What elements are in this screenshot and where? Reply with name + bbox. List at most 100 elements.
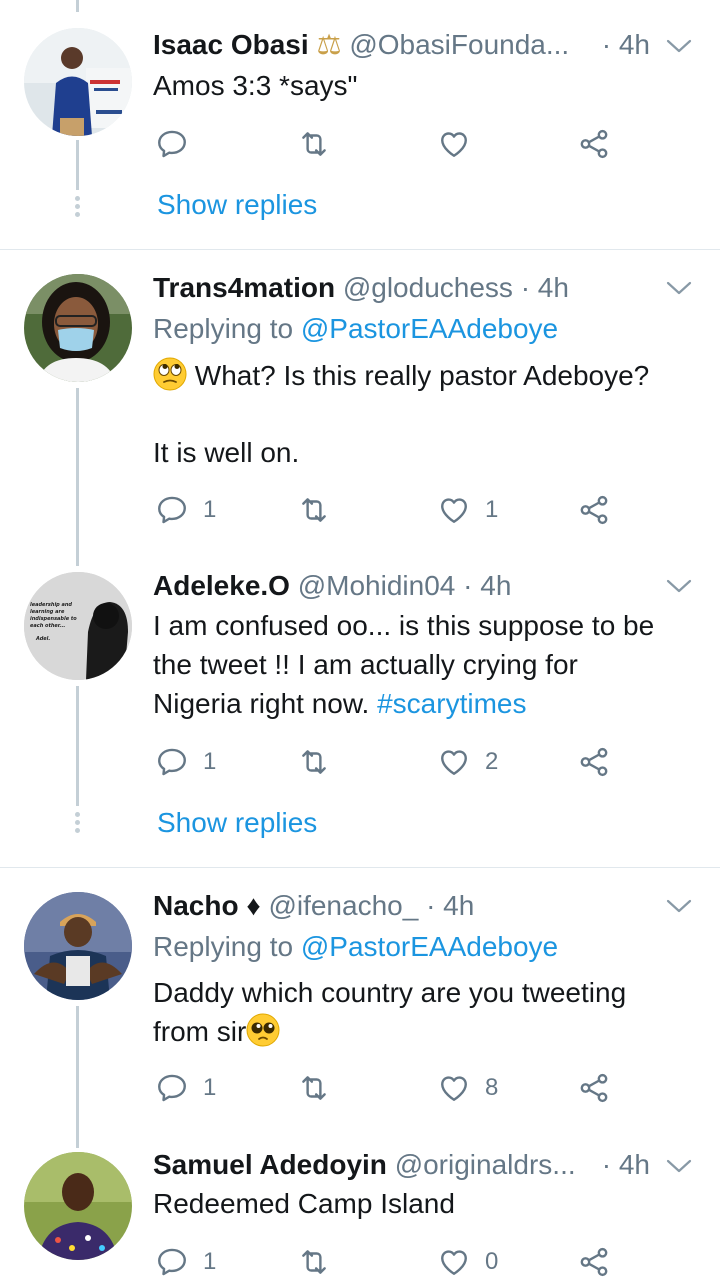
avatar[interactable]	[24, 28, 132, 136]
display-name[interactable]: Trans4mation	[153, 272, 335, 303]
like-button[interactable]: 8	[437, 1068, 498, 1108]
tweet-text-line: It is well on.	[153, 437, 300, 468]
retweet-button[interactable]	[297, 490, 345, 530]
diamond-icon: ♦	[246, 890, 261, 921]
user-handle[interactable]: @ifenacho_	[268, 890, 418, 921]
display-name[interactable]: Adeleke.O	[153, 570, 290, 601]
avatar-text: each other...	[30, 623, 65, 629]
thread-line	[76, 556, 79, 566]
thread-dots	[75, 812, 80, 836]
reply-count: 1	[203, 1248, 217, 1275]
replying-to: Replying to @PastorEAAdeboye	[153, 927, 558, 967]
share-button[interactable]	[577, 1068, 611, 1108]
tweet-trans4mation[interactable]: Trans4mation @gloduchess · 4h Replying t…	[0, 250, 720, 556]
avatar[interactable]	[24, 892, 132, 1000]
like-button[interactable]: 0	[437, 1242, 498, 1282]
like-button[interactable]: 1	[437, 490, 498, 530]
thread-line	[76, 1006, 79, 1140]
share-icon	[577, 127, 611, 161]
pleading-face-emoji	[246, 1013, 280, 1047]
share-button[interactable]	[577, 1242, 611, 1282]
share-icon	[577, 1245, 611, 1279]
avatar[interactable]	[24, 274, 132, 382]
chevron-down-icon[interactable]	[666, 1158, 692, 1174]
chevron-down-icon[interactable]	[666, 38, 692, 54]
avatar-text: indispensable to	[30, 616, 77, 622]
tweet-header: Adeleke.O @Mohidin04 · 4h	[153, 566, 650, 606]
avatar[interactable]	[24, 1152, 132, 1260]
chevron-down-icon[interactable]	[666, 578, 692, 594]
like-icon	[437, 493, 471, 527]
avatar-text: learning are	[30, 609, 65, 615]
tweet-nacho[interactable]: Nacho ♦ @ifenacho_ · 4h Replying to @Pas…	[0, 868, 720, 1140]
show-replies-link[interactable]: Show replies	[157, 803, 317, 843]
mention-link[interactable]: @PastorEAAdeboye	[301, 931, 558, 962]
user-handle[interactable]: @gloduchess	[343, 272, 513, 303]
share-button[interactable]	[577, 742, 611, 782]
timestamp[interactable]: · 4h	[521, 272, 569, 303]
avatar-text: leadership and	[30, 602, 72, 608]
reply-button[interactable]: 1	[155, 490, 216, 530]
timestamp[interactable]: · 4h	[463, 570, 511, 601]
reply-icon	[155, 1245, 189, 1279]
eye-roll-emoji	[153, 357, 187, 391]
tweet-text-fragment: Nigeria right now.	[153, 688, 378, 719]
tweet-text-fragment: from sir	[153, 1016, 247, 1047]
like-count: 8	[485, 1074, 499, 1101]
avatar-signature: Adel.	[35, 636, 50, 642]
avatar[interactable]: leadership and learning are indispensabl…	[24, 572, 132, 680]
tweet-adeleke[interactable]: leadership and learning are indispensabl…	[0, 556, 720, 868]
display-name[interactable]: Nacho	[153, 890, 239, 921]
reply-icon	[155, 745, 189, 779]
thread-dots	[75, 196, 80, 220]
share-button[interactable]	[577, 124, 611, 164]
tweet-text-line: from sir	[153, 1012, 700, 1051]
share-icon	[577, 1071, 611, 1105]
show-replies-link[interactable]: Show replies	[157, 185, 317, 225]
tweet-samuel-adedoyin[interactable]: Samuel Adedoyin @originaldrs... · 4h Red…	[0, 1140, 720, 1261]
timestamp[interactable]: · 4h	[426, 890, 474, 921]
reply-icon	[155, 493, 189, 527]
tweet-actions: 1 1	[153, 490, 623, 530]
display-name[interactable]: Samuel Adedoyin	[153, 1149, 387, 1180]
user-handle[interactable]: @Mohidin04	[298, 570, 456, 601]
retweet-button[interactable]	[297, 1068, 345, 1108]
mention-link[interactable]: @PastorEAAdeboye	[301, 313, 558, 344]
retweet-button[interactable]	[297, 124, 345, 164]
reply-count: 1	[203, 496, 217, 523]
balance-scale-icon: ⚖	[316, 29, 342, 60]
like-icon	[437, 1071, 471, 1105]
like-icon	[437, 1245, 471, 1279]
user-handle[interactable]: @originaldrs...	[395, 1149, 576, 1180]
reply-button[interactable]	[155, 124, 203, 164]
retweet-button[interactable]	[297, 1242, 345, 1282]
share-icon	[577, 493, 611, 527]
thread-line	[76, 0, 79, 12]
replying-to-label: Replying to	[153, 313, 301, 344]
share-button[interactable]	[577, 490, 611, 530]
like-button[interactable]	[437, 124, 485, 164]
display-name[interactable]: Isaac Obasi	[153, 29, 309, 60]
reply-button[interactable]: 1	[155, 1242, 216, 1282]
retweet-icon	[297, 493, 331, 527]
share-icon	[577, 745, 611, 779]
chevron-down-icon[interactable]	[666, 280, 692, 296]
like-count: 0	[485, 1248, 499, 1275]
tweet-header: Samuel Adedoyin @originaldrs... · 4h	[153, 1145, 650, 1185]
tweet-text: What? Is this really pastor Adeboye?	[153, 356, 700, 395]
tweet-actions: 1 0	[153, 1242, 623, 1282]
chevron-down-icon[interactable]	[666, 898, 692, 914]
tweet-text-line: Daddy which country are you tweeting	[153, 977, 627, 1008]
tweet-header: Trans4mation @gloduchess · 4h	[153, 268, 650, 308]
user-handle[interactable]: @ObasiFounda...	[349, 29, 569, 60]
timestamp[interactable]: · 4h	[595, 1145, 650, 1185]
tweet-isaac-obasi[interactable]: Isaac Obasi ⚖ @ObasiFounda... · 4h Amos …	[0, 0, 720, 250]
retweet-button[interactable]	[297, 742, 345, 782]
hashtag-link[interactable]: #scarytimes	[377, 688, 526, 719]
reply-button[interactable]: 1	[155, 1068, 216, 1108]
thread-line	[76, 140, 79, 190]
retweet-icon	[297, 745, 331, 779]
reply-button[interactable]: 1	[155, 742, 216, 782]
like-button[interactable]: 2	[437, 742, 498, 782]
timestamp[interactable]: · 4h	[595, 25, 650, 65]
